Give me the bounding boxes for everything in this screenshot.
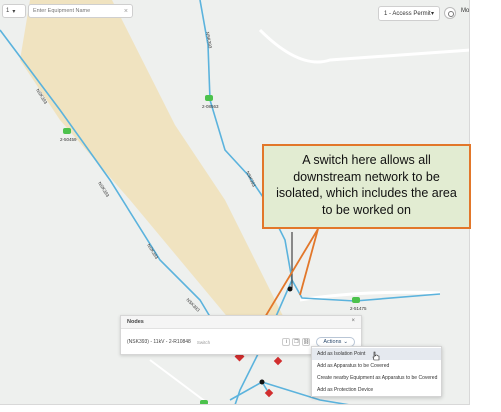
annotation-callout: A switch here allows all downstream netw… [262, 144, 471, 229]
zone-select[interactable]: 1 ▾ [2, 4, 26, 18]
nodes-panel-title: Nodes [127, 319, 144, 325]
background-road [149, 359, 211, 404]
hand-cursor-icon [372, 351, 380, 361]
equipment-node-icon [63, 128, 71, 134]
equipment-search-input[interactable] [33, 8, 113, 14]
node-type: Switch [196, 339, 211, 345]
info-icon[interactable]: i [282, 338, 291, 346]
line-label: NSK393 [205, 31, 213, 49]
line-label: NSK393 [97, 181, 110, 198]
node-name: (NSK393) - 11kV - 2-R10848 [127, 339, 191, 345]
equipment-node-icon [205, 95, 213, 101]
menu-item-add-protection-device[interactable]: Add as Protection Device [312, 384, 441, 396]
chevron-down-icon: ▾ [12, 8, 16, 15]
callout-pointer [299, 228, 319, 296]
copy-icon[interactable]: ❐ [292, 338, 301, 346]
permit-select-value: 1 - Access Permit [384, 10, 431, 17]
equipment-node-icon [200, 400, 208, 404]
junction-dot [259, 379, 265, 385]
node-label: 2-51475 [350, 306, 367, 311]
network-line [229, 381, 263, 401]
menu-item-create-nearby-apparatus[interactable]: Create nearby Equipment as Apparatus to … [312, 372, 441, 384]
link-icon[interactable]: ⛓ [302, 338, 311, 346]
nodes-panel-header: Nodes × [121, 316, 361, 329]
screenshot-frame: NSK393 NSK393 NSK393 NSK393 NSK393 NSK39… [0, 0, 501, 412]
permit-select[interactable]: 1 - Access Permit ▾ [378, 6, 440, 21]
switch-marker-icon [273, 356, 283, 366]
menu-item-add-apparatus[interactable]: Add as Apparatus to be Covered [312, 360, 441, 372]
zone-select-value: 1 [6, 8, 10, 14]
node-label: 2-08563 [202, 104, 219, 109]
top-toolbar: 1 ▾ × 1 - Access Permit ▾ Mo [0, 0, 470, 22]
chevron-down-icon: ⌄ [343, 339, 348, 345]
locate-button[interactable] [444, 7, 456, 19]
close-icon[interactable]: × [351, 318, 355, 324]
search-clear-icon[interactable]: × [124, 8, 128, 15]
node-label: 2-50459 [60, 137, 77, 142]
line-label: NSK393 [245, 170, 257, 188]
more-link[interactable]: Mo [461, 8, 469, 14]
junction-dot [287, 286, 293, 292]
chevron-down-icon: ▾ [430, 11, 434, 17]
background-road [258, 28, 469, 64]
equipment-search: × [28, 4, 133, 18]
actions-button-label: Actions [323, 339, 342, 345]
equipment-node-icon [352, 297, 360, 303]
line-label: NSK393 [146, 243, 159, 260]
